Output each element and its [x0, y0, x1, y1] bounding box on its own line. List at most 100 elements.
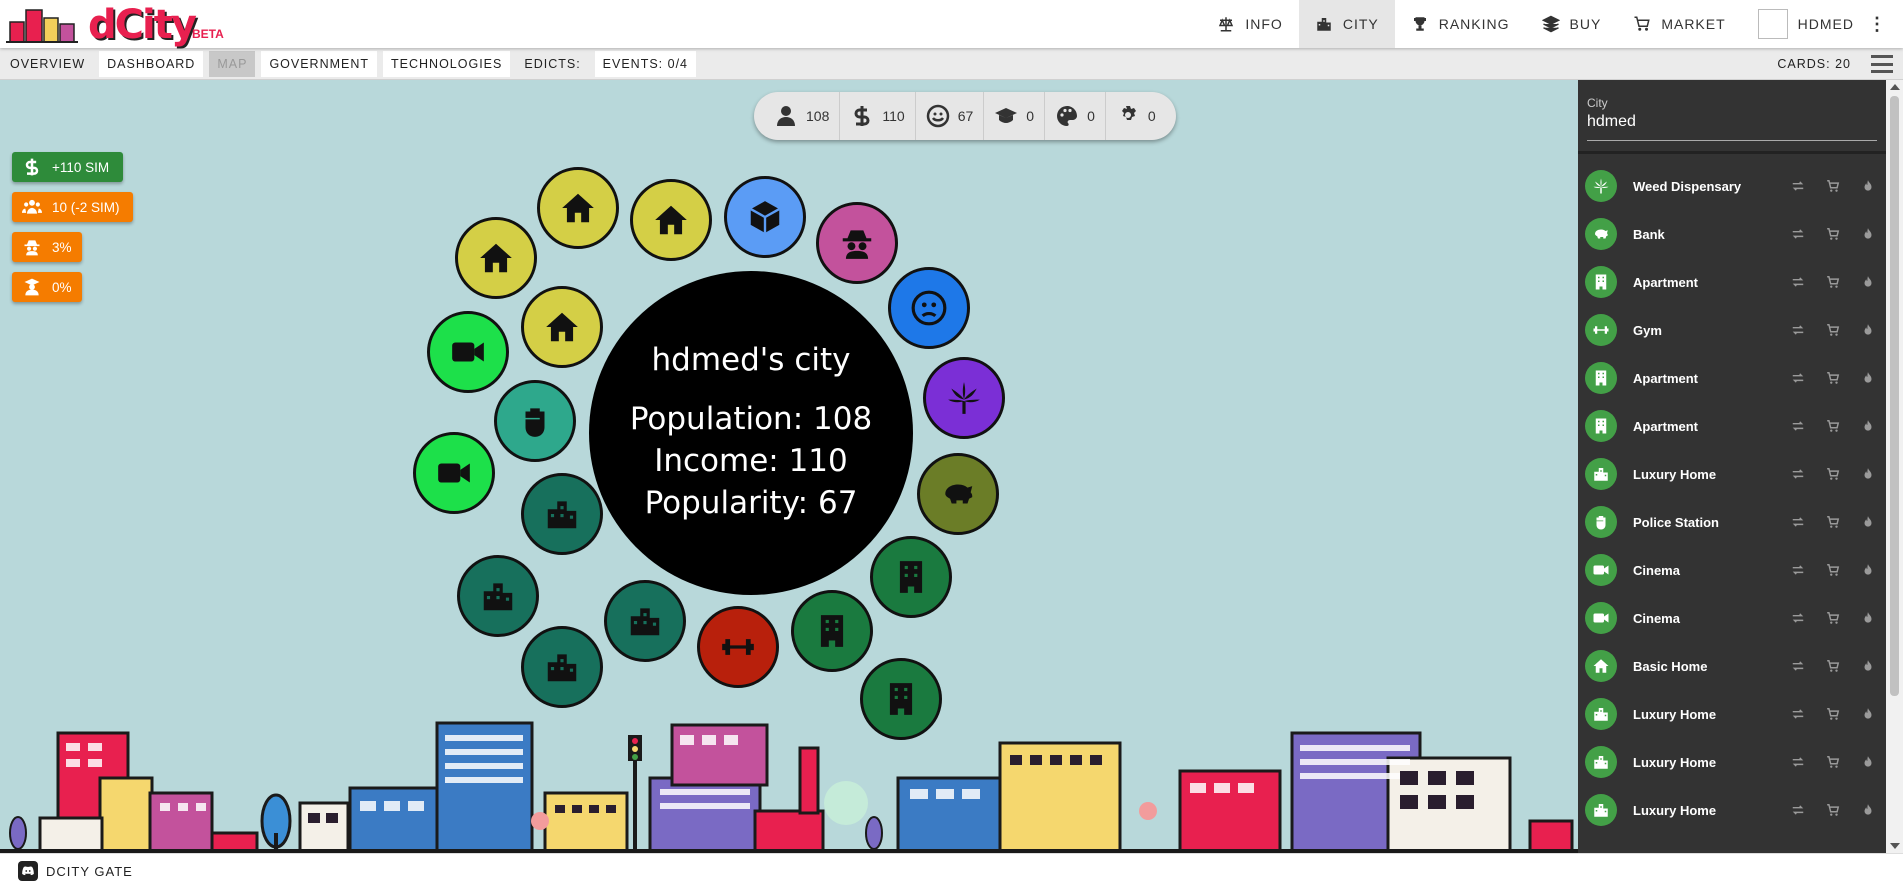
card-bubble[interactable]: [724, 176, 806, 258]
panel-scrollbar[interactable]: [1886, 80, 1903, 853]
sell-button[interactable]: [1815, 371, 1850, 385]
nav-city[interactable]: CITY: [1298, 0, 1395, 48]
tab-map[interactable]: MAP: [209, 51, 256, 77]
sell-button[interactable]: [1815, 611, 1850, 625]
transfer-button[interactable]: [1780, 803, 1815, 817]
burn-button[interactable]: [1851, 419, 1886, 433]
burn-button[interactable]: [1851, 227, 1886, 241]
card-row[interactable]: Basic Home: [1578, 642, 1886, 690]
transfer-button[interactable]: [1780, 611, 1815, 625]
card-bubble[interactable]: [455, 217, 537, 299]
sell-button[interactable]: [1815, 227, 1850, 241]
burn-button[interactable]: [1851, 515, 1886, 529]
burn-button[interactable]: [1851, 659, 1886, 673]
transfer-button[interactable]: [1780, 275, 1815, 289]
card-bubble[interactable]: [860, 658, 942, 740]
card-row[interactable]: Weed Dispensary: [1578, 162, 1886, 210]
card-row[interactable]: Luxury Home: [1578, 690, 1886, 738]
menu-icon[interactable]: [1871, 55, 1893, 73]
card-bubble[interactable]: [923, 357, 1005, 439]
card-bubble[interactable]: [427, 311, 509, 393]
transfer-button[interactable]: [1780, 179, 1815, 193]
card-row[interactable]: Gym: [1578, 306, 1886, 354]
dcity-logo[interactable]: dCity BETA: [6, 2, 226, 48]
card-bubble[interactable]: [521, 473, 603, 555]
card-bubble[interactable]: [521, 626, 603, 708]
education-badge[interactable]: 0%: [12, 272, 82, 302]
burn-button[interactable]: [1851, 179, 1886, 193]
transfer-button[interactable]: [1780, 371, 1815, 385]
card-bubble[interactable]: [917, 453, 999, 535]
card-bubble[interactable]: [413, 432, 495, 514]
burn-button[interactable]: [1851, 323, 1886, 337]
card-bubble[interactable]: [816, 202, 898, 284]
transfer-button[interactable]: [1780, 659, 1815, 673]
card-bubble[interactable]: [604, 580, 686, 662]
card-bubble[interactable]: [791, 590, 873, 672]
more-vert-icon[interactable]: ⋮: [1868, 14, 1887, 35]
card-bubble[interactable]: [457, 555, 539, 637]
card-row[interactable]: Apartment: [1578, 402, 1886, 450]
burn-button[interactable]: [1851, 707, 1886, 721]
burn-button[interactable]: [1851, 371, 1886, 385]
burn-button[interactable]: [1851, 275, 1886, 289]
card-row[interactable]: Luxury Home: [1578, 786, 1886, 834]
sell-button[interactable]: [1815, 803, 1850, 817]
card-bubble[interactable]: [494, 380, 576, 462]
tab-government[interactable]: GOVERNMENT: [261, 51, 378, 77]
transfer-button[interactable]: [1780, 755, 1815, 769]
nav-market[interactable]: MARKET: [1617, 0, 1741, 48]
card-bubble[interactable]: [697, 606, 779, 688]
burn-button[interactable]: [1851, 467, 1886, 481]
city-field[interactable]: hdmed: [1587, 113, 1877, 141]
card-row[interactable]: Luxury Home: [1578, 738, 1886, 786]
transfer-button[interactable]: [1780, 707, 1815, 721]
burn-button[interactable]: [1851, 563, 1886, 577]
sell-button[interactable]: [1815, 179, 1850, 193]
sell-button[interactable]: [1815, 515, 1850, 529]
sell-button[interactable]: [1815, 707, 1850, 721]
card-bubble[interactable]: [521, 286, 603, 368]
tab-overview[interactable]: OVERVIEW: [2, 51, 94, 77]
burn-button[interactable]: [1851, 611, 1886, 625]
discord-icon[interactable]: [18, 861, 38, 881]
card-row[interactable]: Cinema: [1578, 546, 1886, 594]
card-row[interactable]: Luxury Home: [1578, 450, 1886, 498]
transfer-button[interactable]: [1780, 323, 1815, 337]
card-bubble[interactable]: [630, 179, 712, 261]
card-bubble[interactable]: [888, 267, 970, 349]
transfer-button[interactable]: [1780, 515, 1815, 529]
card-bubble[interactable]: [870, 536, 952, 618]
card-row[interactable]: Bank: [1578, 210, 1886, 258]
scroll-up-arrow[interactable]: [1890, 84, 1900, 90]
dcity-gate-link[interactable]: DCITY GATE: [46, 864, 133, 879]
sell-button[interactable]: [1815, 755, 1850, 769]
card-row[interactable]: Apartment: [1578, 258, 1886, 306]
scroll-thumb[interactable]: [1890, 96, 1899, 696]
user-menu[interactable]: HDMED ⋮: [1742, 0, 1903, 48]
tab-dashboard[interactable]: DASHBOARD: [99, 51, 204, 77]
sell-button[interactable]: [1815, 275, 1850, 289]
burn-button[interactable]: [1851, 803, 1886, 817]
card-bubble[interactable]: [537, 167, 619, 249]
sell-button[interactable]: [1815, 659, 1850, 673]
tab-technologies[interactable]: TECHNOLOGIES: [383, 51, 511, 77]
sell-button[interactable]: [1815, 323, 1850, 337]
card-row[interactable]: Cinema: [1578, 594, 1886, 642]
transfer-button[interactable]: [1780, 227, 1815, 241]
nav-buy[interactable]: BUY: [1526, 0, 1618, 48]
card-row[interactable]: Apartment: [1578, 354, 1886, 402]
events-button[interactable]: EVENTS: 0/4: [594, 51, 697, 77]
transfer-button[interactable]: [1780, 563, 1815, 577]
income-badge[interactable]: +110 SIM: [12, 152, 123, 182]
sell-button[interactable]: [1815, 563, 1850, 577]
card-row[interactable]: Police Station: [1578, 498, 1886, 546]
transfer-button[interactable]: [1780, 419, 1815, 433]
nav-ranking[interactable]: RANKING: [1395, 0, 1526, 48]
sell-button[interactable]: [1815, 419, 1850, 433]
crime-badge[interactable]: 3%: [12, 232, 82, 262]
nav-info[interactable]: INFO: [1201, 0, 1298, 48]
burn-button[interactable]: [1851, 755, 1886, 769]
scroll-down-arrow[interactable]: [1890, 843, 1900, 849]
transfer-button[interactable]: [1780, 467, 1815, 481]
